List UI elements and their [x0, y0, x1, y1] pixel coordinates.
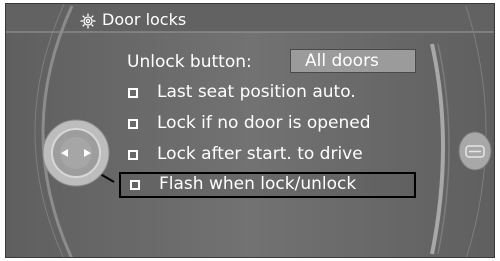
checkbox[interactable] [128, 119, 138, 129]
idrive-screen: Door locks Unlock button: All doors Last… [5, 3, 495, 258]
option-label: Lock if no door is opened [157, 113, 371, 133]
option-lock-if-no-door-opened[interactable]: Lock if no door is opened [116, 111, 416, 137]
checkbox[interactable] [130, 180, 140, 190]
option-last-seat-position[interactable]: Last seat position auto. [116, 80, 416, 106]
option-flash-when-lock-unlock[interactable]: Flash when lock/unlock [119, 172, 416, 198]
option-label: Last seat position auto. [157, 82, 356, 102]
option-button-icon[interactable] [458, 131, 492, 171]
page-title: Door locks [102, 10, 187, 29]
option-lock-after-start[interactable]: Lock after start. to drive [116, 142, 416, 168]
gear-icon [80, 13, 96, 29]
idrive-controller-icon[interactable] [41, 118, 111, 188]
unlock-button-label: Unlock button: [127, 52, 252, 72]
option-label: Lock after start. to drive [157, 144, 363, 164]
unlock-button-select[interactable]: All doors [290, 49, 416, 73]
checkbox[interactable] [128, 150, 138, 160]
option-label: Flash when lock/unlock [159, 174, 357, 194]
checkbox[interactable] [128, 88, 138, 98]
